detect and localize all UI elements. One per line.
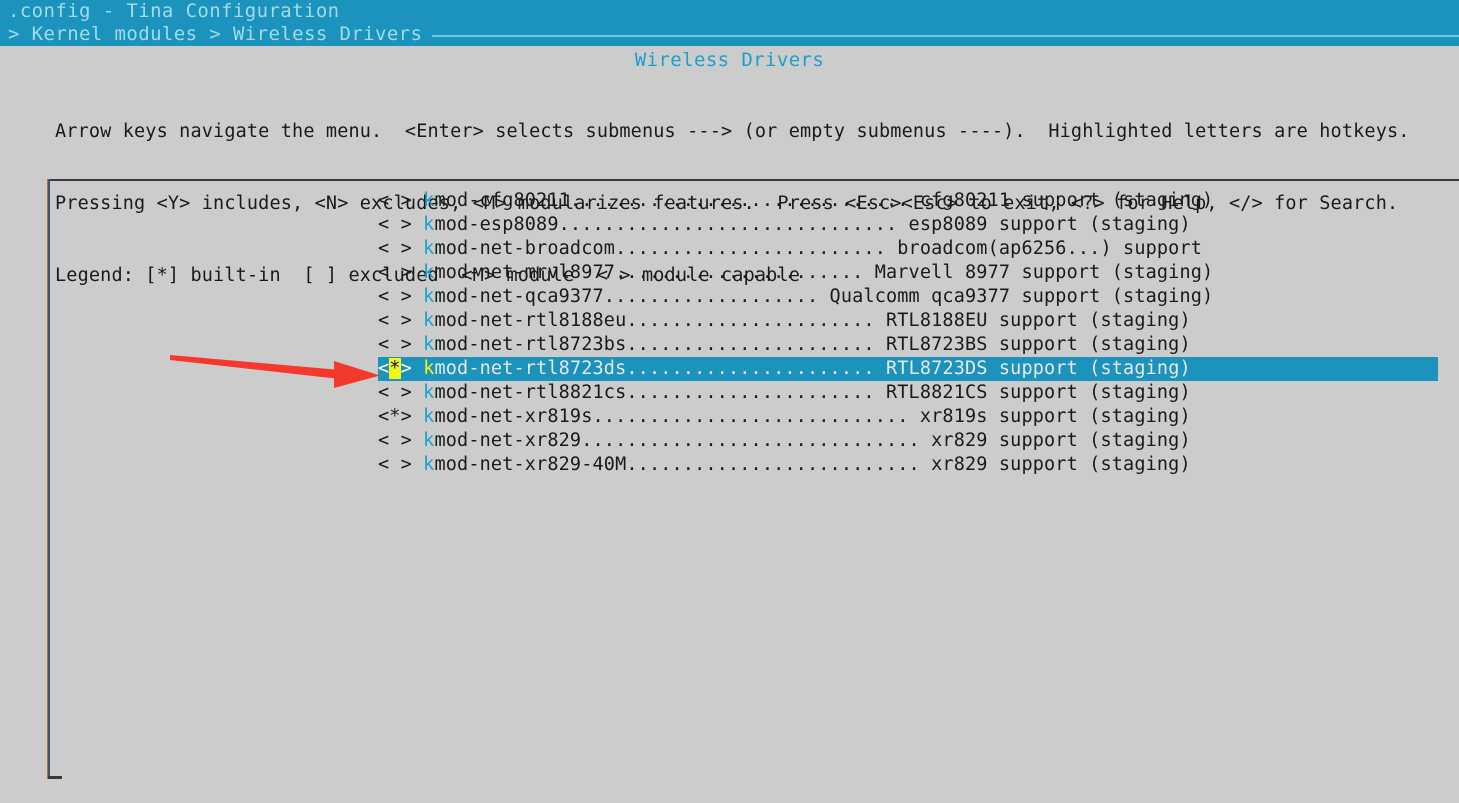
menu-item-hotkey: k [423,310,435,331]
menu-item-state[interactable]: < > [378,334,412,355]
menu-item-label: mod-net-rtl8723bs...................... … [434,334,1191,355]
menu-item-gap [412,310,423,331]
menu-item-hotkey: k [423,214,435,235]
menu-item-hotkey: k [423,334,435,355]
menu-item-hotkey: k [423,430,435,451]
menu-item-gap [412,334,423,355]
breadcrumb-path: > Kernel modules > Wireless Drivers [8,23,423,45]
menu-item-gap [412,214,423,235]
menu-item-label: mod-net-mrvl8977...................... M… [434,262,1214,283]
menu-item-label: mod-net-rtl8188eu...................... … [434,310,1191,331]
menu-item-gap [412,406,423,427]
menu-item-label: mod-cfg80211............................… [434,190,1214,211]
menu-item-label: mod-esp8089.............................… [434,214,1191,235]
menu-item-gap [412,358,423,379]
menu-item-hotkey: k [423,190,435,211]
help-line-1: Arrow keys navigate the menu. <Enter> se… [55,121,1410,142]
menu-item[interactable]: < > kmod-net-rtl8821cs..................… [378,381,1438,405]
menu-item[interactable]: < > kmod-cfg80211.......................… [378,189,1438,213]
menu-item[interactable]: <*> kmod-net-rtl8723ds..................… [378,357,1438,381]
menu-item-gap [412,286,423,307]
page-title: Wireless Drivers [634,49,825,71]
menu-item[interactable]: < > kmod-net-xr829......................… [378,429,1438,453]
menu-item[interactable]: < > kmod-net-mrvl8977...................… [378,261,1438,285]
menu-item-hotkey: k [423,454,435,475]
menu-item-state[interactable]: <*> [378,358,412,379]
menuconfig-screen: .config - Tina Configuration > Kernel mo… [0,0,1459,803]
menu-item-state[interactable]: < > [378,190,412,211]
menu-item-hotkey: k [423,382,435,403]
menu-item-state[interactable]: < > [378,382,412,403]
menu-item-label: mod-net-xr829-40M.......................… [434,454,1191,475]
menu-item-list: < > kmod-cfg80211.......................… [378,189,1438,477]
menu-item-star: * [389,358,401,379]
breadcrumb-rule [432,34,1459,37]
menu-item-hotkey: k [423,358,435,379]
menu-item[interactable]: <*> kmod-net-xr819s.....................… [378,405,1438,429]
menu-item-gap [412,262,423,283]
menu-item-label: mod-net-xr819s..........................… [434,406,1191,427]
menu-item-label: mod-net-rtl8821cs...................... … [434,382,1191,403]
menu-item[interactable]: < > kmod-net-rtl8188eu..................… [378,309,1438,333]
listbox-border-top [48,179,1459,181]
menu-listbox: < > kmod-cfg80211.......................… [47,179,1459,779]
menu-item-state[interactable]: < > [378,238,412,259]
menu-item[interactable]: < > kmod-esp8089........................… [378,213,1438,237]
menu-item-state[interactable]: < > [378,214,412,235]
menu-item-state[interactable]: <*> [378,406,412,427]
main-pane: Wireless Drivers Arrow keys navigate the… [0,46,1459,803]
menu-item-state[interactable]: < > [378,430,412,451]
menu-item-gap [412,238,423,259]
menu-item-gap [412,190,423,211]
menu-item-hotkey: k [423,262,435,283]
breadcrumb: > Kernel modules > Wireless Drivers [8,23,1459,46]
menu-item-state[interactable]: < > [378,454,412,475]
menu-item-state[interactable]: < > [378,310,412,331]
menu-item-gap [412,382,423,403]
menu-item-hotkey: k [423,238,435,259]
menu-item-label: mod-net-xr829...........................… [434,430,1191,451]
menu-item-label: mod-net-qca9377................... Qualc… [434,286,1214,307]
menu-item-hotkey: k [423,406,435,427]
menu-item[interactable]: < > kmod-net-qca9377................... … [378,285,1438,309]
menu-item-state[interactable]: < > [378,262,412,283]
listbox-border-bottom [48,776,62,779]
menu-item[interactable]: < > kmod-net-rtl8723bs..................… [378,333,1438,357]
menu-item[interactable]: < > kmod-net-xr829-40M..................… [378,453,1438,477]
window-header: .config - Tina Configuration > Kernel mo… [0,0,1459,46]
menu-item[interactable]: < > kmod-net-broadcom...................… [378,237,1438,261]
window-title: .config - Tina Configuration [8,0,340,22]
menu-item-gap [412,430,423,451]
menu-item-hotkey: k [423,286,435,307]
menu-item-gap [412,454,423,475]
menu-item-label: mod-net-rtl8723ds...................... … [434,358,1191,379]
menu-item-state[interactable]: < > [378,286,412,307]
menu-item-label: mod-net-broadcom........................… [434,238,1203,259]
listbox-border-left [48,179,50,779]
